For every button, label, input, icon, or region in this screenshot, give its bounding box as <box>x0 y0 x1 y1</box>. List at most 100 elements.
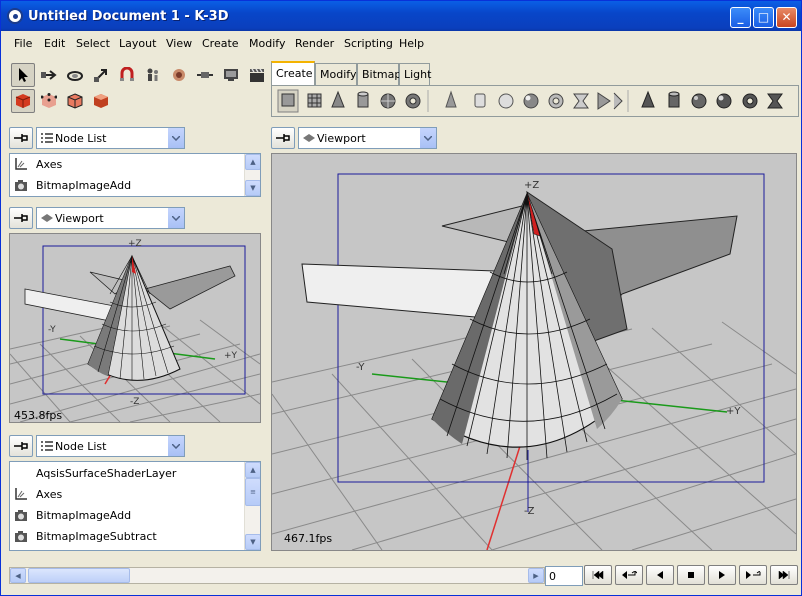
create-quadric-paraboloid-icon[interactable] <box>597 92 623 110</box>
combo-label: Viewport <box>55 212 104 225</box>
select-points-button[interactable] <box>37 89 61 113</box>
panel-type-combo[interactable]: Viewport <box>36 207 185 229</box>
scale-tool-button[interactable] <box>89 63 113 87</box>
create-quadric-torus-icon[interactable] <box>548 93 564 109</box>
snap-tool-button[interactable] <box>115 63 139 87</box>
play-button[interactable] <box>708 565 736 585</box>
render-animation-button[interactable] <box>245 63 269 87</box>
scroll-left-button[interactable]: ◀ <box>10 568 26 583</box>
tab-light[interactable]: Light <box>399 63 431 85</box>
chevron-down-icon[interactable] <box>167 436 184 456</box>
play-loop-button[interactable] <box>739 565 767 585</box>
select-faces-button[interactable] <box>89 89 113 113</box>
create-quadric-disk-icon[interactable] <box>498 93 514 109</box>
create-poly-cube-icon[interactable] <box>277 89 299 113</box>
go-to-end-button[interactable] <box>770 565 798 585</box>
pipeline-tool-button[interactable] <box>193 63 217 87</box>
create-nurbs-disk-icon[interactable] <box>691 93 707 109</box>
create-nurbs-hyperboloid-icon[interactable] <box>767 93 783 109</box>
rotate-tool-button[interactable] <box>63 63 87 87</box>
create-quadric-hyperboloid-icon[interactable] <box>573 93 589 109</box>
go-to-start-button[interactable] <box>584 565 612 585</box>
move-tool-button[interactable] <box>37 63 61 87</box>
menu-scripting[interactable]: Scripting <box>344 37 393 50</box>
menu-edit[interactable]: Edit <box>44 37 65 50</box>
skip-forward-icon <box>778 571 790 579</box>
parent-tool-button[interactable] <box>141 63 165 87</box>
vertical-scrollbar[interactable]: ▲ ▼ <box>244 154 260 196</box>
scroll-up-button[interactable]: ▲ <box>245 154 260 170</box>
create-poly-grid-icon[interactable] <box>307 93 322 108</box>
create-quadric-cone-icon[interactable] <box>445 90 457 108</box>
create-poly-torus-icon[interactable] <box>405 93 421 109</box>
node-list[interactable]: Axes BitmapImageAdd ▲ ▼ <box>9 153 261 197</box>
menu-file[interactable]: File <box>14 37 32 50</box>
list-item[interactable]: BitmapImageSubtract <box>14 526 157 546</box>
play-reverse-button[interactable] <box>646 565 674 585</box>
main-viewport[interactable]: +Z -Y +Y -Z 467.1fps <box>271 153 797 551</box>
menu-render[interactable]: Render <box>295 37 334 50</box>
clapperboard-icon <box>250 68 264 82</box>
create-nurbs-torus-icon[interactable] <box>742 93 758 109</box>
title-bar[interactable]: Untitled Document 1 - K-3D _ □ ✕ <box>1 1 801 31</box>
axis-label-minus-z: -Z <box>524 506 535 517</box>
panel-type-combo[interactable]: Node List <box>36 435 185 457</box>
list-item[interactable]: BitmapImageAdd <box>14 505 131 525</box>
select-lines-button[interactable] <box>63 89 87 113</box>
create-poly-cone-icon[interactable] <box>331 90 345 108</box>
create-nurbs-sphere-icon[interactable] <box>716 93 732 109</box>
small-viewport[interactable]: +Z -Y +Y -Z 453.8fps <box>9 233 261 423</box>
menu-create[interactable]: Create <box>202 37 239 50</box>
create-poly-cylinder-icon[interactable] <box>357 91 369 108</box>
stop-button[interactable] <box>677 565 705 585</box>
scroll-up-button[interactable]: ▲ <box>245 462 260 478</box>
create-poly-sphere-icon[interactable] <box>380 93 396 109</box>
tab-modify[interactable]: Modify <box>315 63 357 85</box>
timeline-scrollbar[interactable]: ◀ ▶ <box>9 567 545 584</box>
frame-number-input[interactable] <box>545 566 583 586</box>
chevron-down-icon[interactable] <box>419 128 436 148</box>
pin-button[interactable] <box>9 127 33 149</box>
tab-bitmap[interactable]: Bitmap <box>357 63 401 85</box>
close-button[interactable]: ✕ <box>776 7 797 28</box>
menu-select[interactable]: Select <box>76 37 110 50</box>
menu-help[interactable]: Help <box>399 37 424 50</box>
menu-layout[interactable]: Layout <box>119 37 156 50</box>
create-nurbs-cone-icon[interactable] <box>641 90 655 108</box>
scroll-down-button[interactable]: ▼ <box>245 180 260 196</box>
create-nurbs-cylinder-icon[interactable] <box>668 91 680 108</box>
minimize-button[interactable]: _ <box>730 7 751 28</box>
create-quadric-cylinder-icon[interactable] <box>474 93 486 108</box>
pin-button[interactable] <box>9 435 33 457</box>
viewport-icon <box>41 214 53 222</box>
select-nodes-button[interactable] <box>11 89 35 113</box>
list-item[interactable]: AqsisSurfaceShaderLayer <box>14 463 176 483</box>
node-list[interactable]: AqsisSurfaceShaderLayer Axes BitmapImage… <box>9 461 261 551</box>
pin-button[interactable] <box>271 127 295 149</box>
scroll-thumb[interactable] <box>28 568 130 583</box>
chevron-down-icon[interactable] <box>167 208 184 228</box>
panel-type-combo[interactable]: Viewport <box>298 127 437 149</box>
pin-button[interactable] <box>9 207 33 229</box>
create-quadric-sphere-icon[interactable] <box>523 93 539 109</box>
scroll-right-button[interactable]: ▶ <box>528 568 544 583</box>
list-item-label: Axes <box>36 157 63 171</box>
menu-view[interactable]: View <box>166 37 192 50</box>
select-tool-button[interactable] <box>11 63 35 87</box>
maximize-button[interactable]: □ <box>753 7 774 28</box>
unparent-tool-button[interactable] <box>167 63 191 87</box>
tool-palette <box>9 61 267 117</box>
chevron-down-icon[interactable] <box>167 128 184 148</box>
reverse-loop-button[interactable] <box>615 565 643 585</box>
list-item[interactable]: BitmapImageAdd <box>14 175 131 195</box>
tab-create[interactable]: Create <box>271 61 315 85</box>
small-viewport-scene: +Z -Y +Y -Z <box>10 239 260 422</box>
vertical-scrollbar[interactable]: ▲ ≡ ▼ <box>244 462 260 550</box>
render-preview-button[interactable] <box>219 63 243 87</box>
scroll-thumb[interactable]: ≡ <box>245 478 260 506</box>
panel-type-combo[interactable]: Node List <box>36 127 185 149</box>
list-item[interactable]: Axes <box>14 484 62 504</box>
list-item[interactable]: Axes <box>14 154 62 174</box>
menu-modify[interactable]: Modify <box>249 37 285 50</box>
scroll-down-button[interactable]: ▼ <box>245 534 260 550</box>
